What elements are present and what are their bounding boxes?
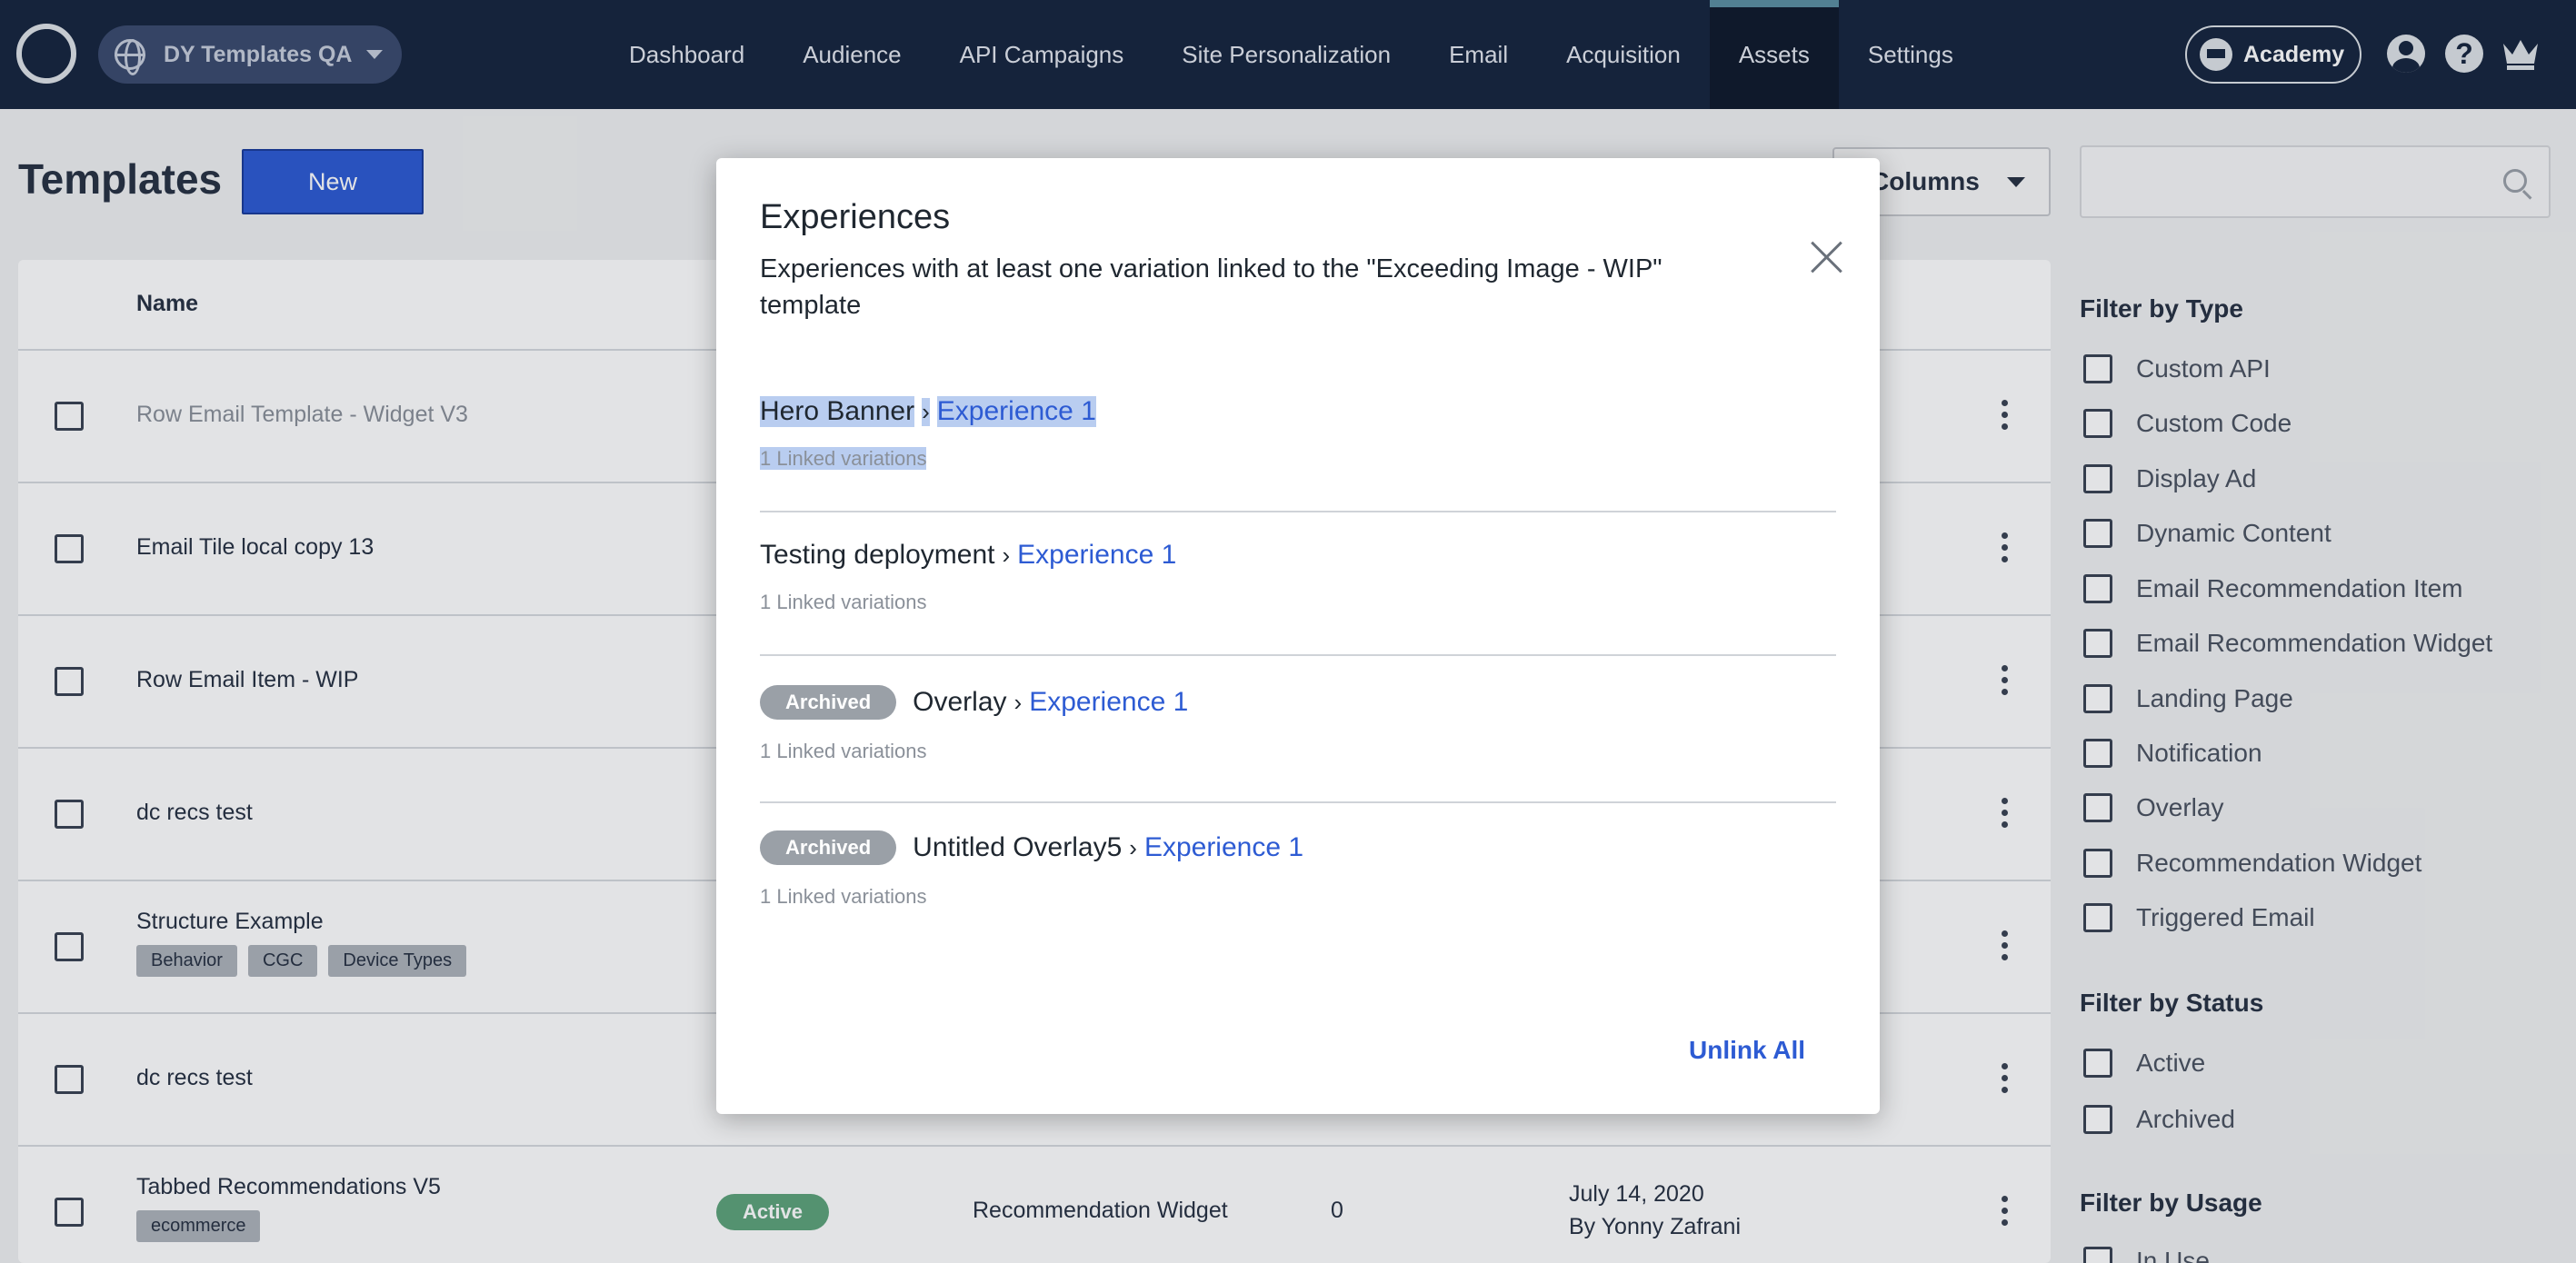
experience-link[interactable]: Experience 1 bbox=[1029, 687, 1188, 718]
linked-variations-count: 1 Linked variations bbox=[760, 591, 927, 613]
linked-variations-count: 1 Linked variations bbox=[760, 740, 927, 762]
close-icon[interactable] bbox=[1811, 242, 1842, 273]
archived-badge: Archived bbox=[760, 830, 897, 865]
breadcrumb-separator: › bbox=[1129, 833, 1137, 861]
experience-item: Archived Untitled Overlay5 › Experience … bbox=[760, 830, 1836, 909]
campaign-name: Overlay bbox=[913, 687, 1007, 717]
linked-variations-count: 1 Linked variations bbox=[760, 885, 927, 908]
experiences-modal: Experiences Experiences with at least on… bbox=[716, 158, 1880, 1114]
experience-item: Hero Banner › Experience 1 1 Linked vari… bbox=[760, 396, 1836, 471]
archived-badge: Archived bbox=[760, 685, 897, 720]
linked-variations-count: 1 Linked variations bbox=[760, 447, 927, 470]
divider bbox=[760, 511, 1836, 512]
modal-subtitle: Experiences with at least one variation … bbox=[760, 254, 1662, 320]
divider bbox=[760, 801, 1836, 803]
experience-link[interactable]: Experience 1 bbox=[936, 396, 1096, 427]
experience-link[interactable]: Experience 1 bbox=[1144, 832, 1303, 863]
campaign-name: Untitled Overlay5 bbox=[913, 832, 1123, 862]
experience-link[interactable]: Experience 1 bbox=[1017, 540, 1176, 571]
campaign-name: Testing deployment bbox=[760, 540, 995, 570]
breadcrumb-separator: › bbox=[922, 397, 930, 426]
experience-item: Testing deployment › Experience 1 1 Link… bbox=[760, 540, 1836, 614]
divider bbox=[760, 654, 1836, 656]
breadcrumb-separator: › bbox=[1013, 688, 1023, 716]
modal-title: Experiences bbox=[760, 198, 951, 236]
unlink-all-button[interactable]: Unlink All bbox=[1689, 1036, 1805, 1065]
experience-item: Archived Overlay › Experience 1 1 Linked… bbox=[760, 685, 1836, 763]
breadcrumb-separator: › bbox=[1002, 541, 1011, 569]
campaign-name: Hero Banner bbox=[760, 396, 915, 427]
